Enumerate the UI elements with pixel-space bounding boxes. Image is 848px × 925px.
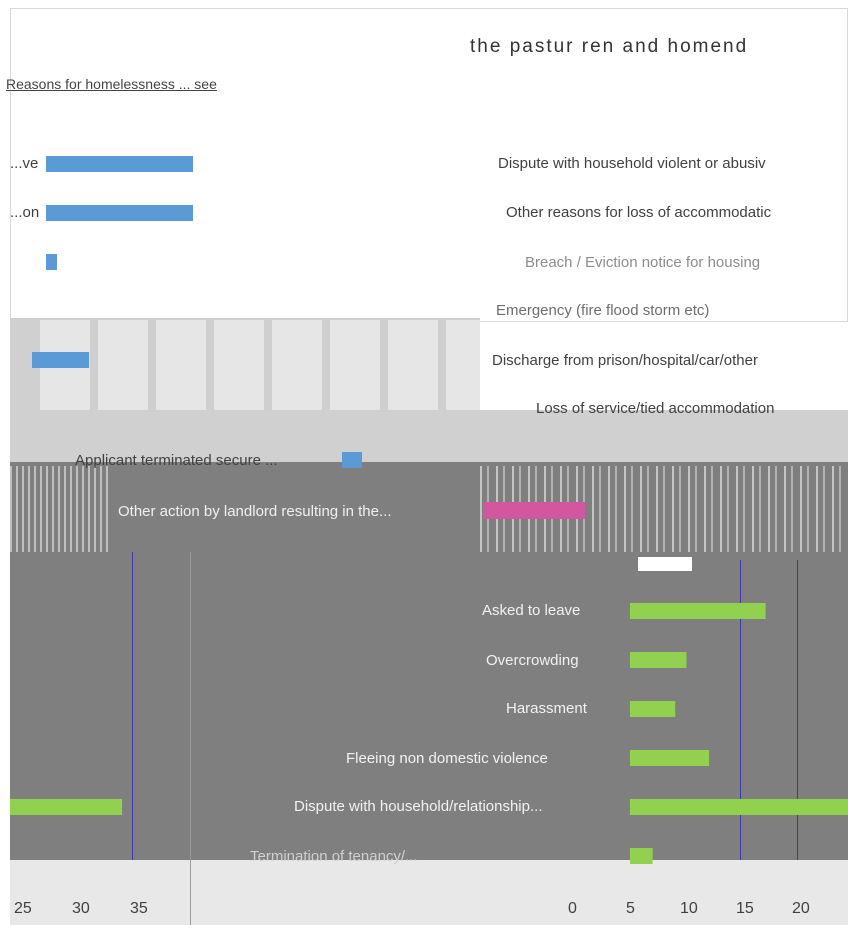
bar-green-3 [630, 750, 710, 766]
x-tick-label: 0 [568, 900, 577, 917]
x-tick-label: 5 [626, 900, 635, 917]
bar-green-5 [630, 848, 653, 864]
bar-green-2 [630, 701, 676, 717]
green-bars-svg [630, 603, 848, 864]
x-tick-label: 15 [736, 900, 754, 917]
x-tick-label: 10 [680, 900, 698, 917]
x-tick-label: 25 [14, 900, 32, 917]
x-tick-label: 20 [792, 900, 810, 917]
bar-green-4 [630, 799, 848, 815]
x-tick-label: 35 [130, 900, 148, 917]
bar-green-1 [630, 652, 687, 668]
x-tick-label: 30 [72, 900, 90, 917]
bar-green-0 [630, 603, 766, 619]
